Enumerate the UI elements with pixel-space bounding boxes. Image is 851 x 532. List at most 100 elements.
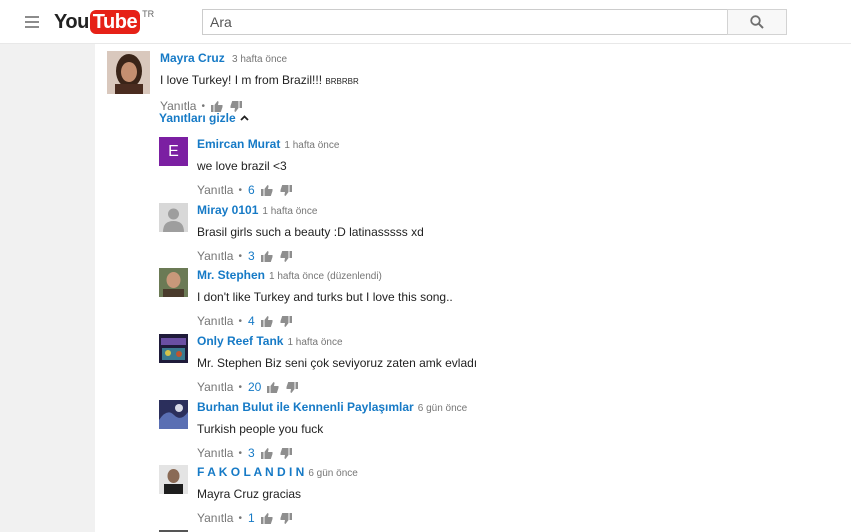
- comment-author[interactable]: Burhan Bulut ile Kennenli Paylaşımlar: [197, 400, 414, 414]
- comment-time[interactable]: 6 gün önce: [418, 403, 468, 414]
- like-button[interactable]: [260, 447, 273, 459]
- comment-author[interactable]: Only Reef Tank: [197, 334, 283, 348]
- like-count: 20: [247, 380, 262, 394]
- comment-body: Only Reef Tank 1 hafta önce Mr. Stephen B…: [197, 334, 477, 394]
- avatar[interactable]: [159, 400, 188, 429]
- comment-time[interactable]: 1 hafta önce (düzenlendi): [269, 271, 382, 282]
- thumbs-down-icon: [280, 512, 292, 524]
- search-button[interactable]: [727, 9, 787, 35]
- like-count: 6: [247, 183, 255, 197]
- separator-dot: •: [201, 100, 205, 112]
- comment-text: we love brazil <3: [197, 159, 287, 173]
- comment-author[interactable]: F A K O L A N D I N: [197, 465, 304, 479]
- search-input[interactable]: Ara: [202, 9, 728, 35]
- like-button[interactable]: [210, 100, 223, 112]
- thumbs-down-icon: [280, 315, 292, 327]
- like-button[interactable]: [260, 250, 273, 262]
- logo-region-code: TR: [142, 9, 155, 19]
- thumbs-up-icon: [210, 100, 223, 112]
- dislike-button[interactable]: [230, 100, 242, 112]
- separator-dot: •: [238, 447, 242, 459]
- user-photo: [159, 334, 188, 363]
- logo-tube-text: Tube: [89, 10, 141, 34]
- avatar[interactable]: [159, 268, 188, 297]
- like-button[interactable]: [260, 315, 273, 327]
- comment-author[interactable]: Mr. Stephen: [197, 268, 265, 282]
- comment-text-tail: BRBRBR: [325, 77, 359, 86]
- comment-text: Brasil girls such a beauty :D latinassss…: [197, 225, 424, 239]
- comment-text: I love Turkey! I m from Brazil!!! BRBRBR: [160, 73, 359, 89]
- comment-body: Mayra Cruz 3 hafta önce I love Turkey! I…: [160, 51, 359, 113]
- comment-time[interactable]: 1 hafta önce: [287, 337, 342, 348]
- comment-text: Mayra Cruz gracias: [197, 487, 302, 501]
- comment-author[interactable]: Mayra Cruz: [160, 51, 225, 65]
- thumbs-down-icon: [280, 184, 292, 196]
- thumbs-down-icon: [280, 447, 292, 459]
- avatar[interactable]: [159, 334, 188, 363]
- comment-text: I don't like Turkey and turks but I love…: [197, 290, 453, 304]
- comment-body: F A K O L A N D I N 6 gün önce Mayra Cruz…: [197, 465, 358, 525]
- chevron-up-icon: [240, 115, 249, 121]
- separator-dot: •: [238, 512, 242, 524]
- thumbs-down-icon: [286, 381, 299, 393]
- avatar[interactable]: [159, 203, 188, 232]
- menu-icon[interactable]: [25, 16, 39, 28]
- comment-time[interactable]: 1 hafta önce: [262, 206, 317, 217]
- dislike-button[interactable]: [280, 315, 292, 327]
- like-count: 4: [247, 314, 255, 328]
- separator-dot: •: [238, 250, 242, 262]
- like-button[interactable]: [260, 184, 273, 196]
- dislike-button[interactable]: [280, 447, 292, 459]
- comment-body: Burhan Bulut ile Kennenli Paylaşımlar 6 g…: [197, 400, 467, 460]
- avatar[interactable]: [107, 51, 150, 94]
- like-count: 1: [247, 511, 255, 525]
- comment-author[interactable]: Emircan Murat: [197, 137, 280, 151]
- user-photo: [107, 51, 150, 94]
- comment-time[interactable]: 6 gün önce: [308, 468, 358, 479]
- reply-item: E Emircan Murat 1 hafta önce we love braz…: [159, 137, 759, 197]
- comment-time[interactable]: 3 hafta önce: [232, 54, 287, 65]
- search-placeholder: Ara: [210, 14, 232, 30]
- reply-button[interactable]: Yanıtla: [197, 380, 233, 394]
- youtube-logo[interactable]: You Tube TR: [54, 9, 155, 34]
- thumbs-up-icon: [260, 184, 273, 196]
- dislike-button[interactable]: [286, 381, 299, 393]
- comment-time[interactable]: 1 hafta önce: [284, 140, 339, 151]
- reply-button[interactable]: Yanıtla: [197, 446, 233, 460]
- like-button[interactable]: [267, 381, 279, 393]
- comment-body: Emircan Murat 1 hafta önce we love brazil…: [197, 137, 339, 197]
- comments-section: Mayra Cruz 3 hafta önce I love Turkey! I…: [95, 44, 851, 532]
- thumbs-up-icon: [260, 512, 273, 524]
- reply-button[interactable]: Yanıtla: [197, 314, 233, 328]
- reply-button[interactable]: Yanıtla: [197, 183, 233, 197]
- separator-dot: •: [238, 381, 242, 393]
- like-button[interactable]: [260, 512, 273, 524]
- thumbs-up-icon: [260, 250, 273, 262]
- user-photo: [159, 268, 188, 297]
- comment-body: Miray 0101 1 hafta önce Brasil girls such…: [197, 203, 424, 263]
- reply-item: Only Reef Tank 1 hafta önce Mr. Stephen B…: [159, 334, 759, 394]
- comment-author[interactable]: Miray 0101: [197, 203, 258, 217]
- thumbs-up-icon: [260, 447, 273, 459]
- like-count: 3: [247, 249, 255, 263]
- comment-item: Mayra Cruz 3 hafta önce I love Turkey! I…: [107, 51, 807, 113]
- reply-item: Burhan Bulut ile Kennenli Paylaşımlar 6 g…: [159, 400, 759, 460]
- logo-you-text: You: [54, 11, 89, 33]
- dislike-button[interactable]: [280, 184, 292, 196]
- avatar-letter: E: [168, 142, 179, 160]
- reply-button[interactable]: Yanıtla: [197, 249, 233, 263]
- thumbs-down-icon: [230, 100, 242, 112]
- avatar[interactable]: E: [159, 137, 188, 166]
- hide-replies-label: Yanıtları gizle: [159, 111, 236, 125]
- comment-body: Mr. Stephen 1 hafta önce (düzenlendi) I d…: [197, 268, 453, 328]
- avatar[interactable]: [159, 465, 188, 494]
- reply-item: F A K O L A N D I N 6 gün önce Mayra Cruz…: [159, 465, 759, 525]
- comment-text-main: I love Turkey! I m from Brazil!!!: [160, 73, 323, 87]
- search-icon: [750, 15, 764, 29]
- thumbs-down-icon: [280, 250, 292, 262]
- comment-text: Mr. Stephen Biz seni çok seviyoruz zaten…: [197, 356, 478, 370]
- reply-button[interactable]: Yanıtla: [197, 511, 233, 525]
- dislike-button[interactable]: [280, 512, 292, 524]
- dislike-button[interactable]: [280, 250, 292, 262]
- hide-replies-button[interactable]: Yanıtları gizle: [159, 111, 249, 125]
